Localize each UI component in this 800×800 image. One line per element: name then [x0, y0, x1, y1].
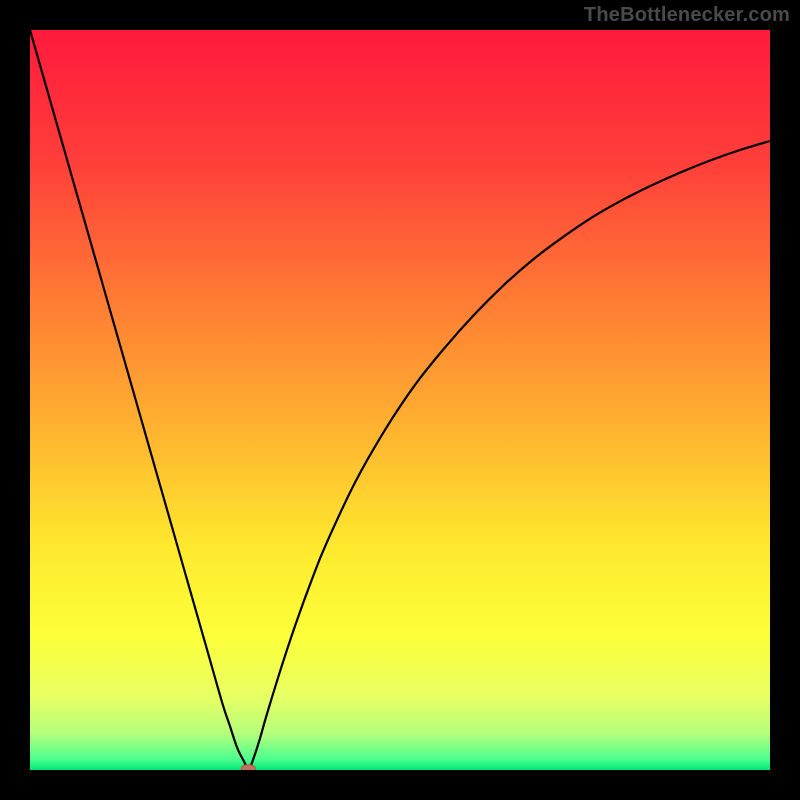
- plot-area: [30, 30, 770, 770]
- gradient-background: [30, 30, 770, 770]
- plot-svg: [30, 30, 770, 770]
- watermark-text: TheBottlenecker.com: [584, 4, 790, 27]
- minimum-marker: [241, 765, 255, 770]
- chart-frame: TheBottlenecker.com: [0, 0, 800, 800]
